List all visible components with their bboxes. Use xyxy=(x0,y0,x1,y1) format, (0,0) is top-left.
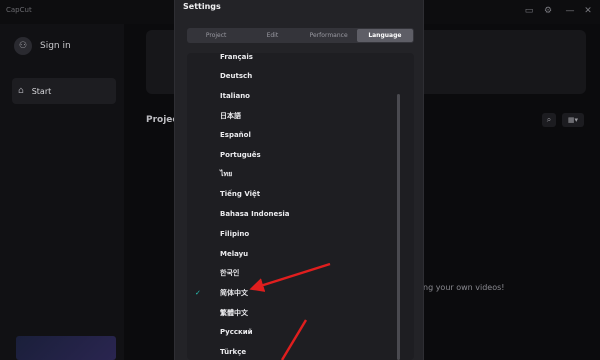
language-label: 繁體中文 xyxy=(220,308,248,317)
language-label: Deutsch xyxy=(220,72,253,81)
close-icon[interactable]: ✕ xyxy=(583,6,593,16)
language-list-scrollbar[interactable] xyxy=(397,94,400,360)
view-toggle-icon[interactable]: ▦▾ xyxy=(562,113,584,127)
language-label: Русский xyxy=(220,328,253,337)
app-logo: CapCut xyxy=(6,6,32,14)
language-option[interactable]: Bahasa Indonesia xyxy=(187,205,397,224)
language-option[interactable]: ไทย xyxy=(187,165,397,184)
language-label: Bahasa Indonesia xyxy=(220,210,290,219)
tab-language[interactable]: Language xyxy=(356,29,413,42)
language-option[interactable]: Deutsch xyxy=(187,67,397,86)
language-option[interactable]: Français xyxy=(187,53,397,66)
sidebar-item-label: Start xyxy=(31,86,52,96)
checkmark-icon: ✓ xyxy=(195,288,201,297)
language-label: ไทย xyxy=(220,170,233,179)
language-label: Melayu xyxy=(220,249,249,258)
sidebar: ⚇ Sign in ⌂ Start xyxy=(0,24,124,360)
language-option[interactable]: Italiano xyxy=(187,86,397,105)
language-label: 简体中文 xyxy=(220,288,248,297)
language-label: Português xyxy=(220,151,261,159)
language-option[interactable]: Español xyxy=(187,126,397,145)
language-option[interactable]: 繁體中文 xyxy=(187,303,397,322)
language-option[interactable]: ✓ 简体中文 xyxy=(187,283,397,302)
home-icon: ⌂ xyxy=(18,86,24,96)
feedback-icon[interactable]: ▭ xyxy=(524,6,534,16)
language-option[interactable]: 한국인 xyxy=(187,264,397,283)
empty-state-text: ng your own videos! xyxy=(423,283,505,292)
settings-dialog: Settings Project Edit Performance Langua… xyxy=(174,0,424,360)
language-list: Français Deutsch Italiano 日本語 Español Portugu… xyxy=(187,53,414,360)
search-icon[interactable]: ⌕ xyxy=(542,113,556,127)
avatar-icon: ⚇ xyxy=(14,37,32,55)
language-label: Türkçe xyxy=(220,348,247,356)
language-label: Filipino xyxy=(220,229,250,238)
language-option[interactable]: Português xyxy=(187,146,397,165)
language-option[interactable]: Tiếng Việt xyxy=(187,185,397,204)
promo-thumbnail[interactable] xyxy=(16,336,116,360)
language-label: Tiếng Việt xyxy=(220,190,261,199)
language-option[interactable]: Filipino xyxy=(187,224,397,243)
dialog-title: Settings xyxy=(183,2,221,11)
sign-in-label: Sign in xyxy=(40,41,71,51)
tab-performance[interactable]: Performance xyxy=(301,29,357,42)
language-label: Italiano xyxy=(220,91,250,100)
language-option[interactable]: Русский xyxy=(187,323,397,342)
tab-edit[interactable]: Edit xyxy=(244,29,300,42)
language-label: 한국인 xyxy=(220,269,240,278)
language-label: Español xyxy=(220,131,251,140)
sign-in-button[interactable]: ⚇ Sign in xyxy=(14,32,114,60)
minimize-icon[interactable]: — xyxy=(565,6,575,16)
settings-gear-icon[interactable]: ⚙ xyxy=(543,6,553,16)
settings-tabs: Project Edit Performance Language xyxy=(187,28,414,43)
language-option[interactable]: 日本語 xyxy=(187,106,397,125)
sidebar-item-start[interactable]: ⌂ Start xyxy=(12,78,116,104)
language-label: 日本語 xyxy=(220,111,241,120)
language-option[interactable]: Melayu xyxy=(187,244,397,263)
language-label: Français xyxy=(220,53,253,61)
language-option[interactable]: Türkçe xyxy=(187,343,397,360)
tab-project[interactable]: Project xyxy=(188,29,244,42)
